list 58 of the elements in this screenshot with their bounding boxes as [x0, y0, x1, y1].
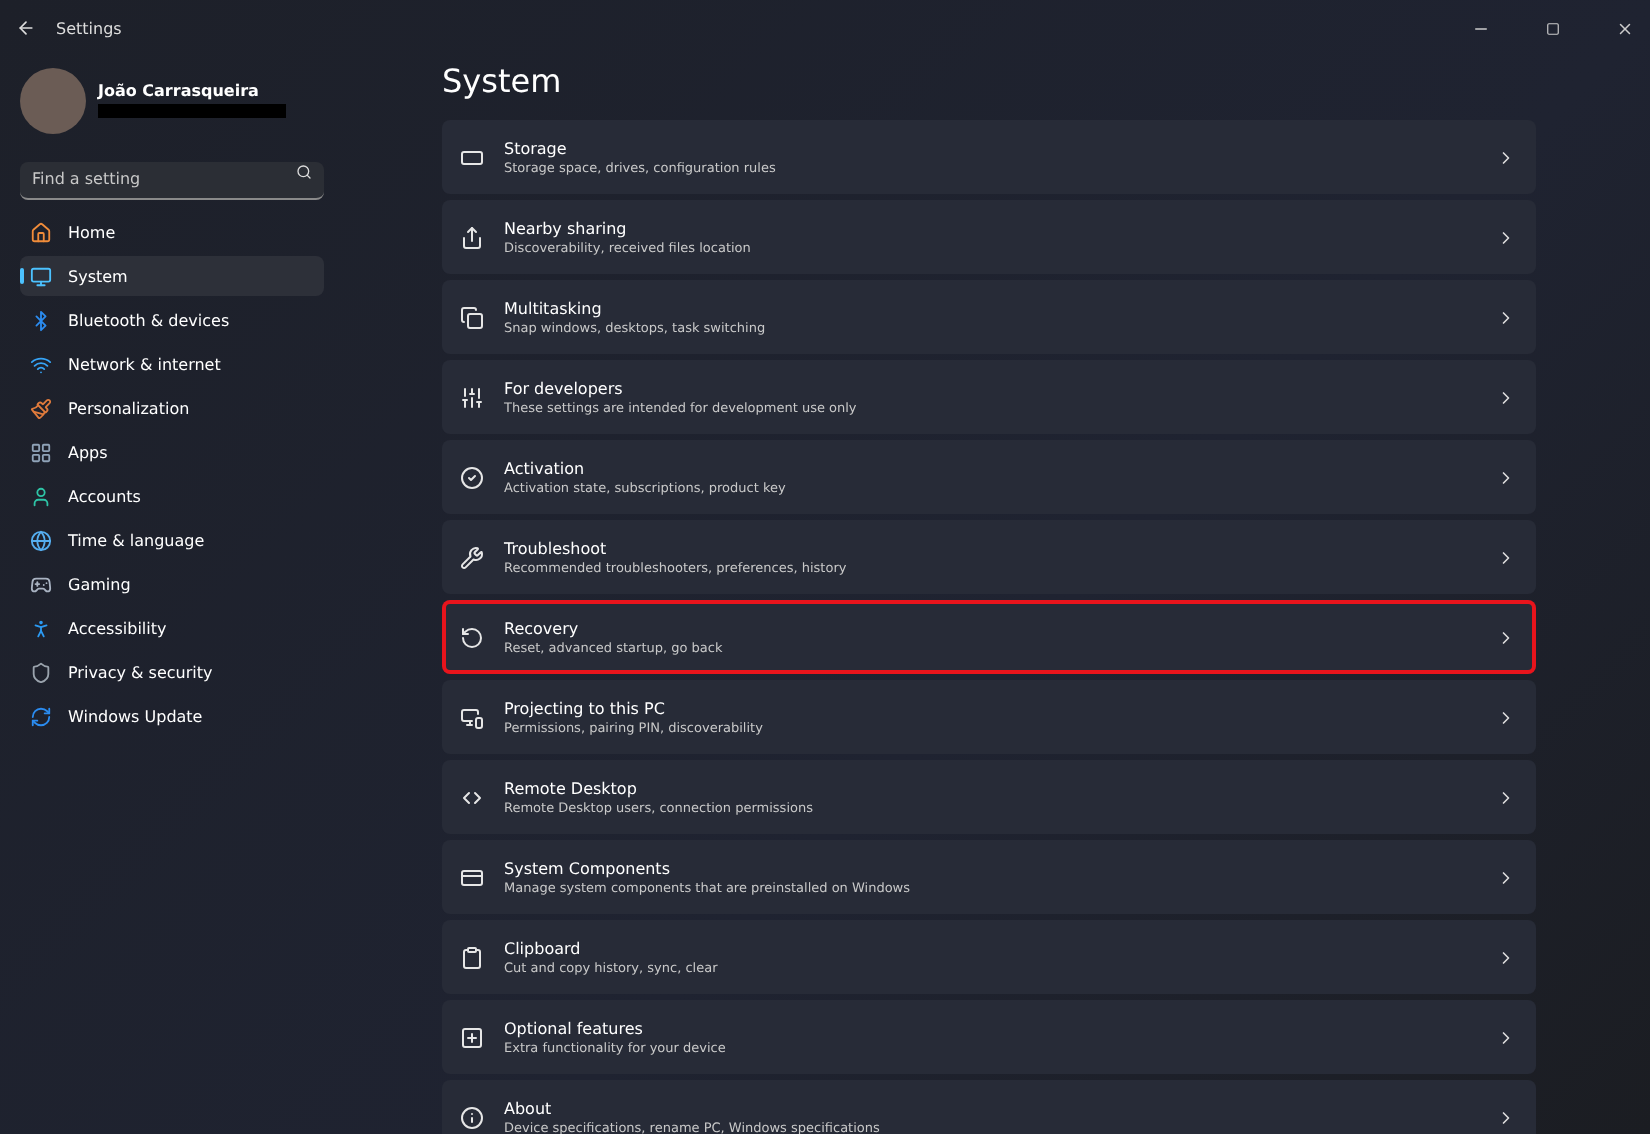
- sidebar-item[interactable]: Bluetooth & devices: [20, 300, 324, 340]
- user-name: João Carrasqueira: [98, 82, 261, 100]
- refresh-icon: [30, 705, 52, 727]
- share-icon: [460, 225, 484, 249]
- card-title: Troubleshoot: [504, 539, 609, 557]
- card-title: About: [504, 1099, 554, 1117]
- card-title: Activation: [504, 459, 587, 477]
- component-icon: [460, 865, 484, 889]
- card-title: Nearby sharing: [504, 219, 629, 237]
- card-title: Projecting to this PC: [504, 699, 667, 717]
- globe-icon: [30, 529, 52, 551]
- windows-stack-icon: [460, 305, 484, 329]
- restore-icon: [460, 625, 484, 649]
- check-circle-icon: [460, 465, 484, 489]
- projector-screens-icon: [460, 705, 484, 729]
- home-icon: [30, 221, 52, 243]
- avatar: [20, 67, 86, 133]
- card-title: System Components: [504, 859, 672, 877]
- wifi-icon: [30, 353, 52, 375]
- sidebar-item[interactable]: Gaming: [20, 564, 324, 604]
- search-icon: [296, 164, 312, 180]
- person-icon: [30, 617, 52, 639]
- maximize-icon: [1545, 21, 1559, 35]
- card-title: Remote Desktop: [504, 779, 639, 797]
- wrench-icon: [460, 545, 484, 569]
- apps-grid-icon: [30, 441, 52, 463]
- sidebar-item[interactable]: Apps: [20, 432, 324, 472]
- gamepad-icon: [30, 573, 52, 595]
- sidebar-item[interactable]: Accessibility: [20, 608, 324, 648]
- card-title: Optional features: [504, 1019, 645, 1037]
- bluetooth-icon: [30, 309, 52, 331]
- shield-icon: [30, 661, 52, 683]
- sidebar-item[interactable]: Windows Update: [20, 696, 324, 736]
- sliders-icon: [460, 385, 484, 409]
- sidebar-item[interactable]: Privacy & security: [20, 652, 324, 692]
- card-title: Storage: [504, 139, 569, 157]
- sidebar-item[interactable]: Home: [20, 212, 324, 252]
- back-icon[interactable]: [16, 18, 36, 38]
- window-title: Settings: [56, 19, 124, 37]
- sidebar-item[interactable]: System: [20, 256, 324, 296]
- user-icon: [30, 485, 52, 507]
- add-feature-icon: [460, 1025, 484, 1049]
- sidebar-item[interactable]: Accounts: [20, 476, 324, 516]
- clipboard-icon: [460, 945, 484, 969]
- card-title: Recovery: [504, 619, 581, 637]
- monitor-icon: [30, 265, 52, 287]
- sidebar-item[interactable]: Time & language: [20, 520, 324, 560]
- paintbrush-icon: [30, 397, 52, 419]
- card-title: Multitasking: [504, 299, 604, 317]
- page-title: System: [442, 64, 564, 100]
- drive-icon: [460, 145, 484, 169]
- search-field[interactable]: Find a setting: [20, 161, 324, 199]
- sidebar-item[interactable]: Network & internet: [20, 344, 324, 384]
- info-icon: [460, 1105, 484, 1129]
- card-title: For developers: [504, 379, 625, 397]
- card-title: Clipboard: [504, 939, 583, 957]
- sidebar-item[interactable]: Personalization: [20, 388, 324, 428]
- close-icon: [1615, 19, 1633, 37]
